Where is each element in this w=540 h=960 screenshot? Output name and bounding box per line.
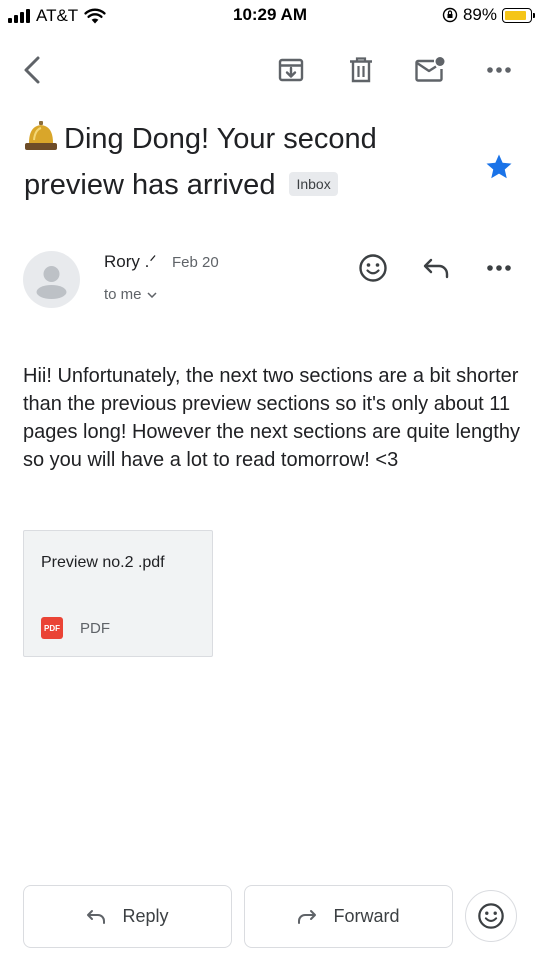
reply-icon xyxy=(423,258,449,279)
forward-button-label: Forward xyxy=(333,906,400,926)
back-button[interactable] xyxy=(14,52,50,88)
attachment-type-row: PDF PDF xyxy=(41,617,110,639)
email-toolbar xyxy=(0,44,540,94)
attachment-type-label: PDF xyxy=(80,619,110,637)
smiley-icon xyxy=(359,254,387,282)
inbox-label-chip[interactable]: Inbox xyxy=(289,172,338,196)
chevron-left-icon xyxy=(24,56,40,84)
add-reaction-button[interactable] xyxy=(355,250,391,286)
reply-button[interactable]: Reply xyxy=(23,885,232,948)
delete-button[interactable] xyxy=(343,52,379,88)
battery-icon xyxy=(502,7,535,23)
star-button[interactable] xyxy=(484,152,514,187)
default-avatar-icon xyxy=(36,266,67,299)
forward-button[interactable]: Forward xyxy=(244,885,453,948)
reply-icon xyxy=(87,909,106,924)
battery-percent: 89% xyxy=(462,5,497,24)
mark-unread-icon xyxy=(415,57,445,82)
email-date: Feb 20 xyxy=(172,254,219,271)
avatar[interactable] xyxy=(23,251,80,308)
email-subject: Ding Dong! Your second preview has arriv… xyxy=(24,116,464,208)
battery-level xyxy=(505,10,527,20)
trash-icon xyxy=(350,57,372,83)
more-options-button[interactable] xyxy=(481,52,517,88)
emoji-reaction-button[interactable] xyxy=(465,890,517,942)
orientation-lock-icon xyxy=(442,7,458,23)
attachment-file-name: Preview no.2 .pdf xyxy=(41,554,165,571)
smiley-icon xyxy=(478,903,504,929)
attachment-card[interactable]: Preview no.2 .pdf PDF PDF xyxy=(23,530,213,657)
status-bar: AT&T 10:29 AM 89% xyxy=(0,0,540,34)
chevron-down-icon xyxy=(146,291,157,298)
recipient-label: to me xyxy=(104,286,142,303)
sender-name[interactable]: Rory .ᐟ xyxy=(104,252,157,272)
mark-unread-button[interactable] xyxy=(412,52,448,88)
recipient-details-toggle[interactable]: to me xyxy=(104,286,157,303)
message-body: Hii! Unfortunately, the next two section… xyxy=(23,365,520,471)
reply-icon-button[interactable] xyxy=(418,250,454,286)
forward-icon xyxy=(298,909,317,924)
status-right: 89% xyxy=(442,5,535,25)
pdf-file-icon: PDF xyxy=(41,617,63,639)
bell-icon xyxy=(25,121,57,150)
message-more-button[interactable] xyxy=(481,250,517,286)
reply-button-label: Reply xyxy=(122,906,169,926)
archive-button[interactable] xyxy=(273,52,309,88)
more-horizontal-icon xyxy=(487,67,511,73)
archive-icon xyxy=(278,58,304,82)
more-horizontal-icon xyxy=(487,265,511,271)
star-icon xyxy=(486,154,512,179)
